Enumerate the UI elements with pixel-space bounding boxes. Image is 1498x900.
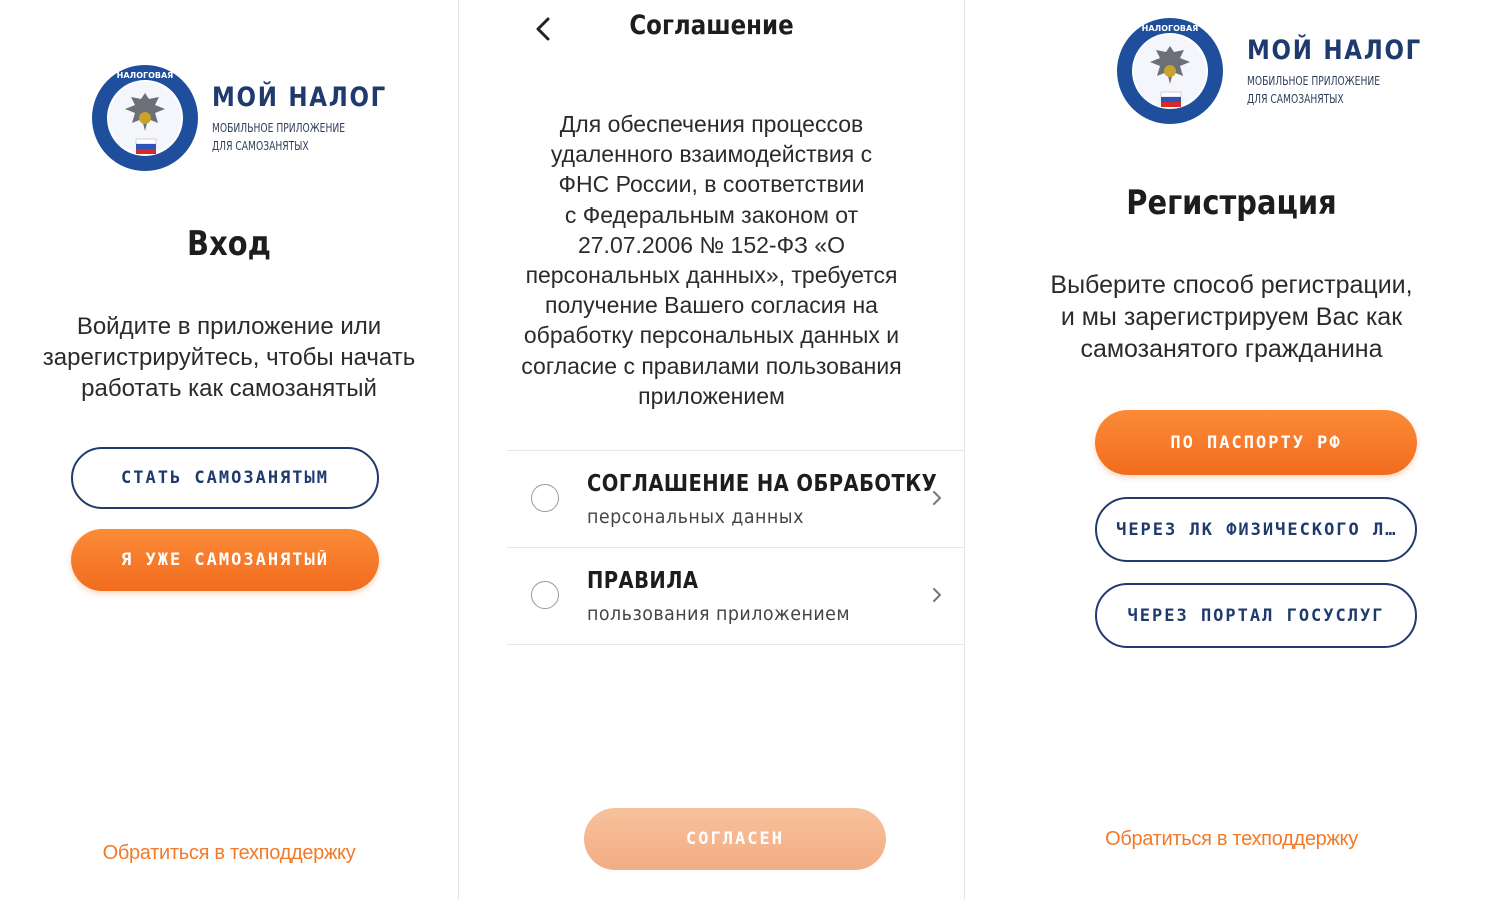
list-item-app-rules[interactable]: ПРАВИЛА пользования приложением xyxy=(507,547,964,645)
list-item-subtitle: пользования приложением xyxy=(587,603,851,625)
description-line: Выберите способ регистрации, xyxy=(1050,271,1413,299)
logo-subtitle: МОБИЛЬНОЕ ПРИЛОЖЕНИЕ ДЛЯ САМОЗАНЯТЫХ xyxy=(212,119,387,155)
registration-screen: МОЙ НАЛОГ МОБИЛЬНОЕ ПРИЛОЖЕНИЕ ДЛЯ САМОЗ… xyxy=(965,0,1498,900)
logo-subtitle-line: МОБИЛЬНОЕ ПРИЛОЖЕНИЕ xyxy=(1247,73,1381,88)
description-line: зарегистрируйтесь, чтобы начать xyxy=(42,344,416,371)
rules-radio[interactable] xyxy=(531,581,559,609)
fns-emblem-icon xyxy=(1116,17,1224,125)
support-link[interactable]: Обратиться в техподдержку xyxy=(0,842,458,865)
description-line: удаленного взаимодействия с xyxy=(550,141,873,168)
become-self-employed-button[interactable]: СТАТЬ САМОЗАНЯТЫМ xyxy=(71,447,379,509)
logo-title: МОЙ НАЛОГ xyxy=(1247,34,1423,66)
logo-title: МОЙ НАЛОГ xyxy=(212,81,388,113)
logo-subtitle-line: ДЛЯ САМОЗАНЯТЫХ xyxy=(212,138,309,153)
agreement-description: Для обеспечения процессов удаленного вза… xyxy=(459,109,964,411)
fns-emblem-icon xyxy=(91,64,199,172)
support-link[interactable]: Обратиться в техподдержку xyxy=(965,828,1498,851)
already-self-employed-button[interactable]: Я УЖЕ САМОЗАНЯТЫЙ xyxy=(71,529,379,591)
button-label: ЧЕРЕЗ ЛК ФИЗИЧЕСКОГО Л... xyxy=(1116,519,1396,540)
list-item-title: СОГЛАШЕНИЕ НА ОБРАБОТКУ xyxy=(587,471,938,497)
personal-account-registration-button[interactable]: ЧЕРЕЗ ЛК ФИЗИЧЕСКОГО Л... xyxy=(1095,497,1417,562)
passport-registration-button[interactable]: ПО ПАСПОРТУ РФ xyxy=(1095,410,1417,475)
nav-title: Соглашение xyxy=(629,10,794,41)
description-line: и мы зарегистрируем Вас как xyxy=(1060,303,1403,331)
description-line: с Федеральным законом от xyxy=(564,201,859,228)
page-title: Регистрация xyxy=(1126,183,1337,223)
logo-subtitle: МОБИЛЬНОЕ ПРИЛОЖЕНИЕ ДЛЯ САМОЗАНЯТЫХ xyxy=(1247,72,1422,108)
login-screen: МОЙ НАЛОГ МОБИЛЬНОЕ ПРИЛОЖЕНИЕ ДЛЯ САМОЗ… xyxy=(0,0,458,900)
description-line: приложением xyxy=(638,382,785,409)
agreement-radio[interactable] xyxy=(531,484,559,512)
description-line: Войдите в приложение или xyxy=(76,313,382,340)
description-line: самозанятого гражданина xyxy=(1080,335,1383,363)
logo-subtitle-line: МОБИЛЬНОЕ ПРИЛОЖЕНИЕ xyxy=(212,120,346,135)
agree-button[interactable]: СОГЛАСЕН xyxy=(584,808,886,870)
description-line: согласие с правилами пользования xyxy=(521,352,902,379)
list-item-personal-data-agreement[interactable]: СОГЛАШЕНИЕ НА ОБРАБОТКУ персональных дан… xyxy=(507,450,964,547)
list-item-subtitle: персональных данных xyxy=(587,506,804,528)
description-line: обработку персональных данных и xyxy=(523,322,900,349)
description-line: 27.07.2006 № 152-ФЗ «О xyxy=(577,231,846,258)
page-title: Вход xyxy=(187,224,271,264)
app-logo: МОЙ НАЛОГ МОБИЛЬНОЕ ПРИЛОЖЕНИЕ ДЛЯ САМОЗ… xyxy=(90,63,418,173)
button-label: СОГЛАСЕН xyxy=(686,829,784,849)
button-label: ПО ПАСПОРТУ РФ xyxy=(1170,432,1342,453)
button-label: Я УЖЕ САМОЗАНЯТЫЙ xyxy=(121,550,329,570)
description-line: получение Вашего согласия на xyxy=(545,292,878,319)
login-description: Войдите в приложение или зарегистрируйте… xyxy=(0,311,458,404)
description-line: работать как самозанятый xyxy=(81,375,377,402)
chevron-right-icon xyxy=(933,588,941,602)
description-line: персональных данных», требуется xyxy=(525,262,898,289)
registration-description: Выберите способ регистрации, и мы зареги… xyxy=(965,269,1498,365)
gosuslugi-registration-button[interactable]: ЧЕРЕЗ ПОРТАЛ ГОСУСЛУГ xyxy=(1095,583,1417,648)
app-logo: МОЙ НАЛОГ МОБИЛЬНОЕ ПРИЛОЖЕНИЕ ДЛЯ САМОЗ… xyxy=(1115,16,1453,126)
agreement-screen: Соглашение Для обеспечения процессов уда… xyxy=(459,0,964,900)
button-label: ЧЕРЕЗ ПОРТАЛ ГОСУСЛУГ xyxy=(1127,605,1385,626)
description-line: ФНС России, в соответствии xyxy=(558,171,865,198)
chevron-right-icon xyxy=(933,491,941,505)
description-line: Для обеспечения процессов xyxy=(559,111,864,137)
list-item-title: ПРАВИЛА xyxy=(587,568,699,594)
logo-subtitle-line: ДЛЯ САМОЗАНЯТЫХ xyxy=(1247,91,1344,106)
button-label: СТАТЬ САМОЗАНЯТЫМ xyxy=(121,468,329,488)
